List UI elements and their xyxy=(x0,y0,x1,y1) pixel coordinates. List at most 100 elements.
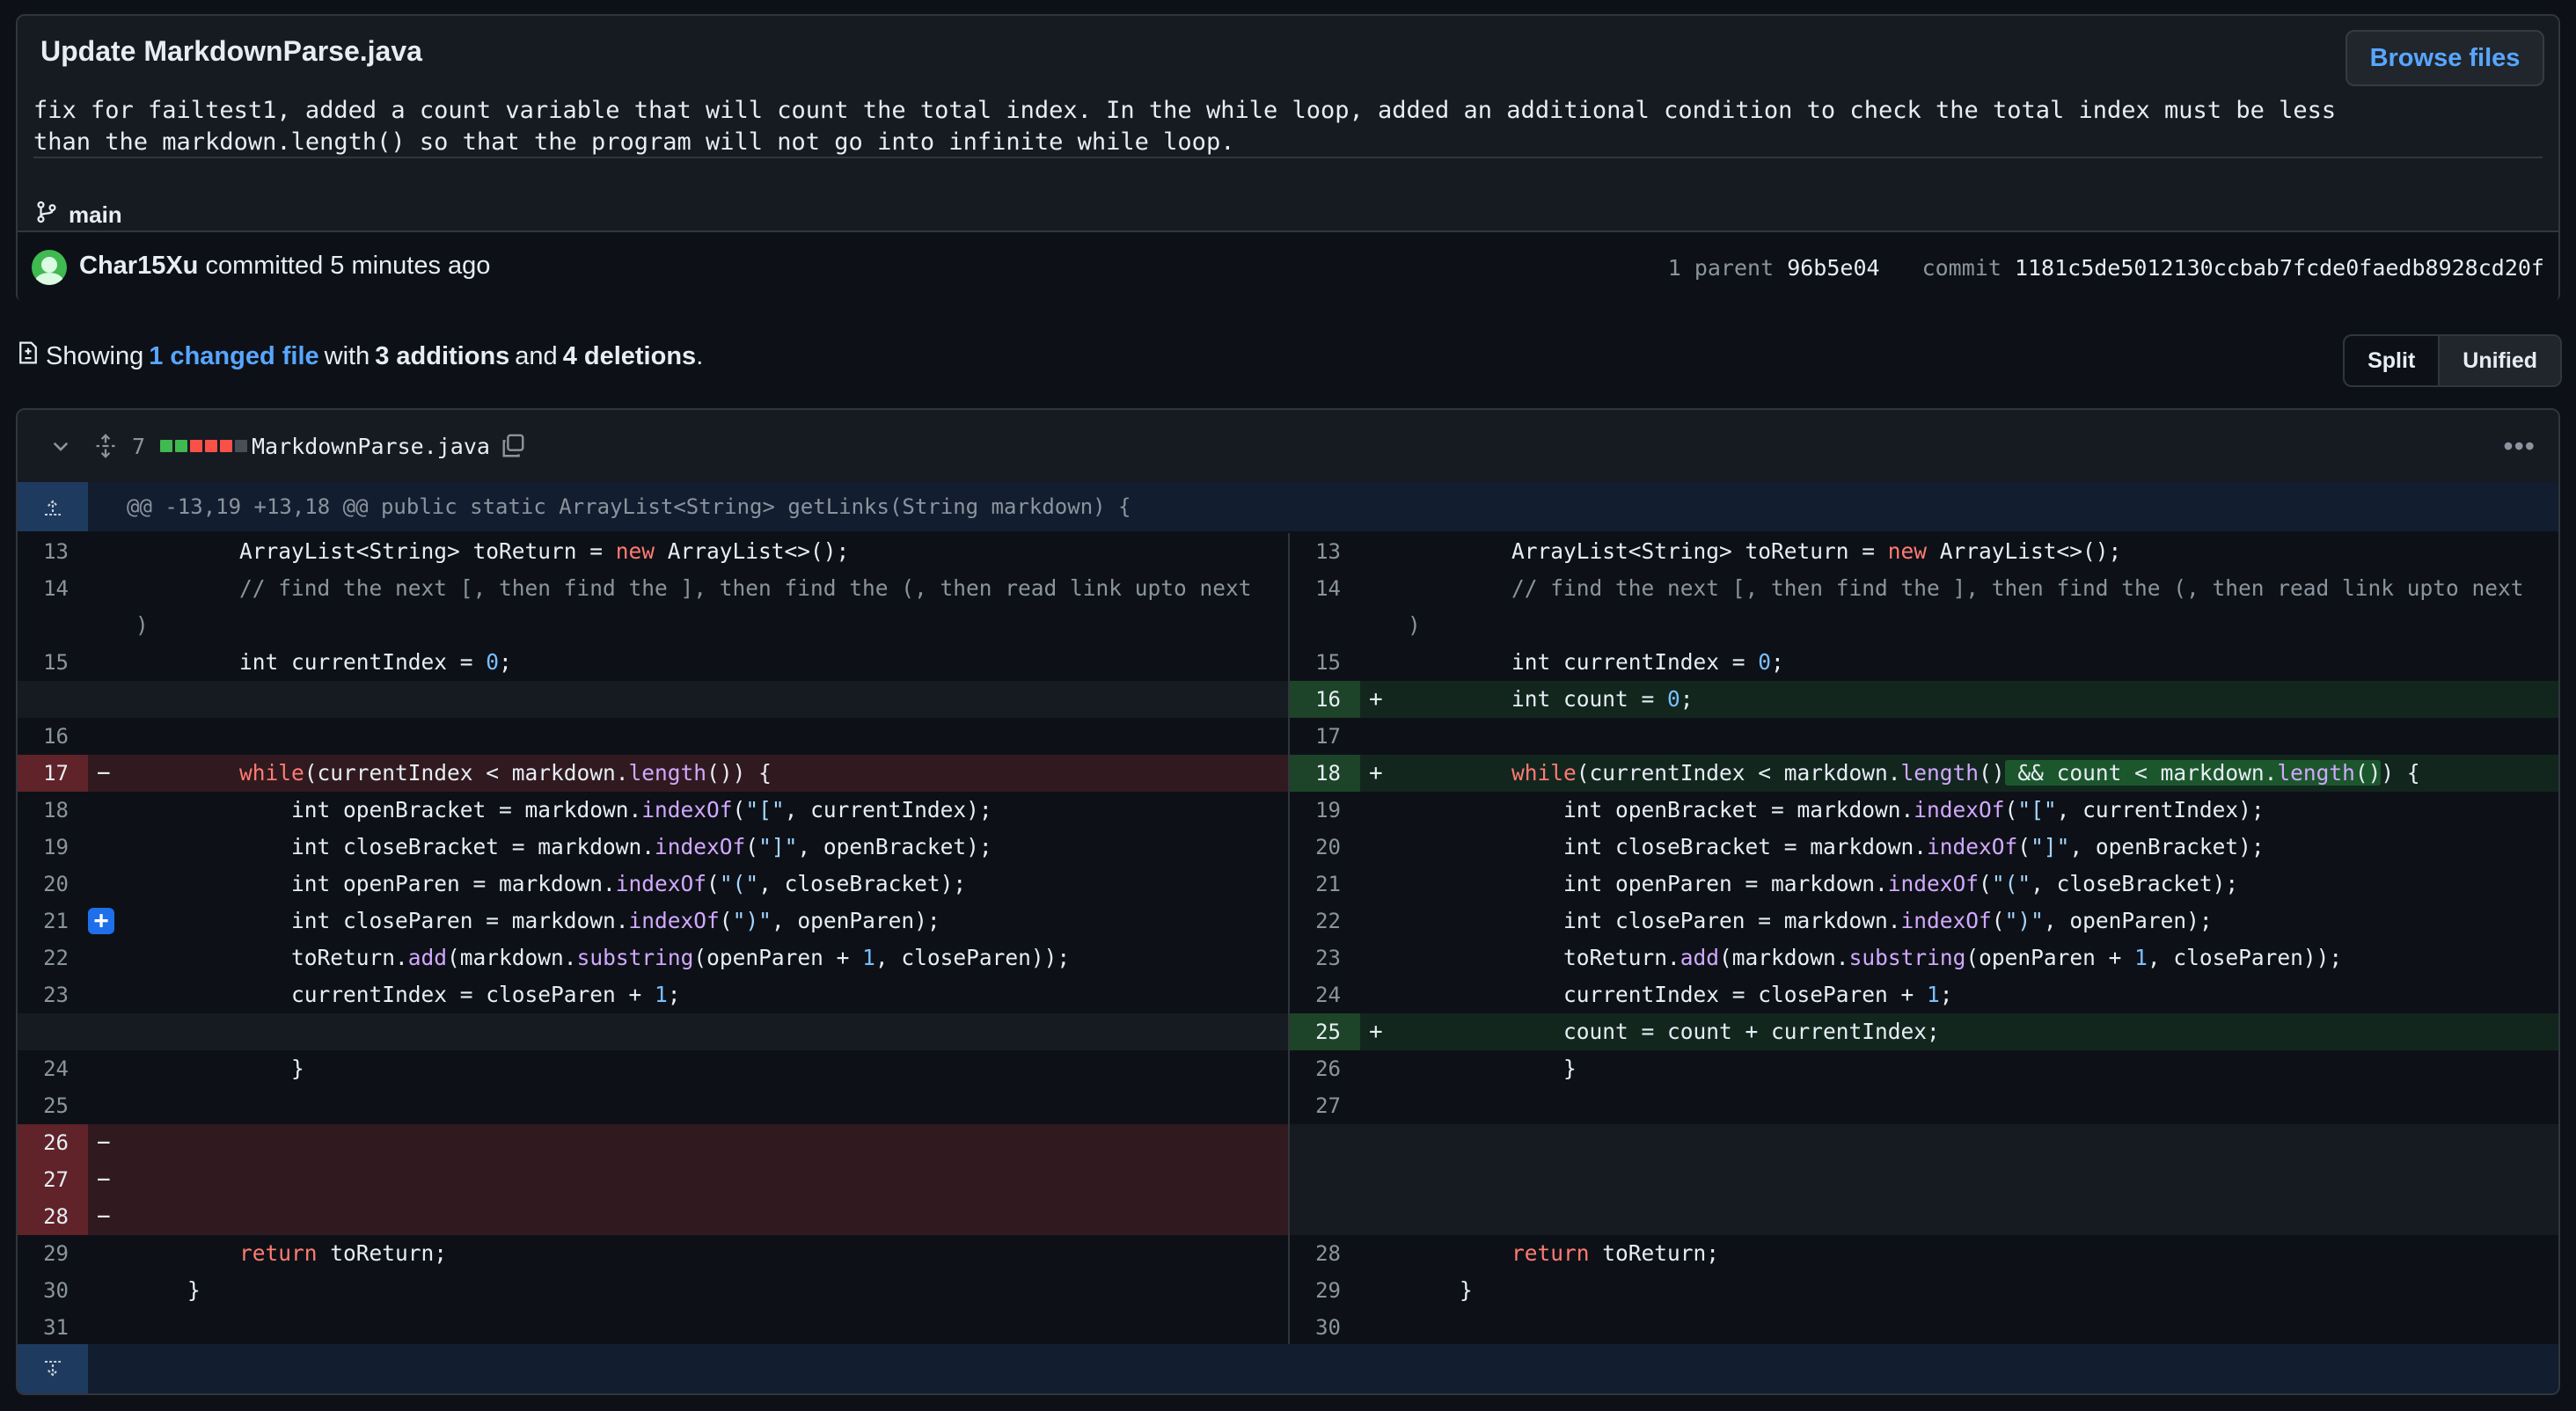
line-number[interactable]: 13 xyxy=(1290,533,1360,570)
diff-marker xyxy=(88,829,123,866)
diff-marker: − xyxy=(97,1130,111,1156)
line-number[interactable]: 24 xyxy=(18,1050,88,1087)
line-number[interactable]: 21 xyxy=(18,903,88,939)
line-number[interactable]: 20 xyxy=(18,866,88,903)
diff-marker xyxy=(88,1013,123,1050)
line-number[interactable]: 14 xyxy=(1290,570,1360,644)
unified-view-button[interactable]: Unified xyxy=(2438,336,2560,385)
commit-description: fix for failtest1, added a count variabl… xyxy=(33,97,2337,156)
right-side: 29 } xyxy=(1288,1272,2558,1309)
commit-label: commit xyxy=(1921,255,2002,281)
line-number[interactable]: 13 xyxy=(18,533,88,570)
diff-marker xyxy=(1360,1050,1395,1087)
left-side: 20 int openParen = markdown.indexOf("(",… xyxy=(18,866,1288,903)
avatar[interactable] xyxy=(32,250,67,285)
diffstat-square xyxy=(220,440,232,452)
changed-files-link[interactable]: 1 changed file xyxy=(149,342,318,371)
diff-lines: 13 ArrayList<String> toReturn = new Arra… xyxy=(18,533,2558,1346)
diff-marker xyxy=(1360,976,1395,1013)
git-branch-icon xyxy=(35,201,58,230)
code-line: while(currentIndex < markdown.length() &… xyxy=(1511,760,2420,786)
line-number[interactable]: 22 xyxy=(1290,903,1360,939)
line-number[interactable]: 15 xyxy=(18,644,88,681)
kebab-horizontal-icon[interactable]: ••• xyxy=(2503,410,2536,482)
right-side: 26 } xyxy=(1288,1050,2558,1087)
line-number[interactable]: 15 xyxy=(1290,644,1360,681)
left-side: 13 ArrayList<String> toReturn = new Arra… xyxy=(18,533,1288,570)
left-side: 29 return toReturn; xyxy=(18,1235,1288,1272)
line-number[interactable]: 18 xyxy=(18,792,88,829)
code-line: // find the next [, then find the ], the… xyxy=(1408,575,2524,638)
line-number[interactable]: 30 xyxy=(18,1272,88,1309)
left-side: 26− xyxy=(18,1124,1288,1161)
diff-marker xyxy=(1360,1235,1395,1272)
diff-row: 31 30 xyxy=(18,1309,2558,1346)
branch-link[interactable]: main xyxy=(35,201,122,230)
right-side: 15 int currentIndex = 0; xyxy=(1288,644,2558,681)
code-line: int openParen = markdown.indexOf("(", cl… xyxy=(1408,871,2239,896)
line-number[interactable]: 24 xyxy=(1290,976,1360,1013)
diff-row: 17− while(currentIndex < markdown.length… xyxy=(18,755,2558,792)
right-side: 20 int closeBracket = markdown.indexOf("… xyxy=(1288,829,2558,866)
commit-time: committed 5 minutes ago xyxy=(198,252,491,280)
diff-row: 30 } 29 } xyxy=(18,1272,2558,1309)
unfold-icon[interactable] xyxy=(93,410,118,482)
line-number[interactable]: 16 xyxy=(1290,681,1360,718)
line-number[interactable]: 20 xyxy=(1290,829,1360,866)
line-number[interactable]: 23 xyxy=(1290,939,1360,976)
copy-icon[interactable] xyxy=(500,410,526,482)
parent-label: 1 parent xyxy=(1667,255,1775,281)
line-number[interactable]: 28 xyxy=(1290,1235,1360,1272)
line-number[interactable]: 23 xyxy=(18,976,88,1013)
line-number xyxy=(1290,1161,1360,1198)
diff-marker: − xyxy=(97,1166,111,1193)
chevron-down-icon[interactable] xyxy=(49,410,72,482)
line-number[interactable]: 31 xyxy=(18,1309,88,1346)
diff-marker xyxy=(1360,1087,1395,1124)
line-number[interactable]: 29 xyxy=(18,1235,88,1272)
add-comment-button[interactable]: + xyxy=(88,908,114,934)
line-number[interactable]: 19 xyxy=(1290,792,1360,829)
line-number[interactable]: 28 xyxy=(18,1198,88,1235)
line-number[interactable]: 27 xyxy=(18,1161,88,1198)
file-name-link[interactable]: MarkdownParse.java xyxy=(252,410,490,482)
fold-up-icon[interactable] xyxy=(18,482,88,531)
fold-down-icon[interactable] xyxy=(18,1344,88,1393)
parent-sha-link[interactable]: 96b5e04 xyxy=(1787,255,1879,281)
diff-marker xyxy=(88,570,123,644)
line-number[interactable]: 26 xyxy=(1290,1050,1360,1087)
split-view-button[interactable]: Split xyxy=(2345,336,2438,385)
line-number[interactable]: 22 xyxy=(18,939,88,976)
diff-marker xyxy=(1360,1124,1395,1161)
line-number[interactable]: 17 xyxy=(18,755,88,792)
line-number[interactable]: 16 xyxy=(18,718,88,755)
line-number xyxy=(1290,1198,1360,1235)
left-side: 19 int closeBracket = markdown.indexOf("… xyxy=(18,829,1288,866)
line-number[interactable]: 25 xyxy=(18,1087,88,1124)
author-link[interactable]: Char15Xu xyxy=(79,252,198,280)
browse-files-button[interactable]: Browse files xyxy=(2345,30,2544,86)
line-number[interactable]: 14 xyxy=(18,570,88,644)
line-number[interactable]: 17 xyxy=(1290,718,1360,755)
left-side: 31 xyxy=(18,1309,1288,1346)
expand-bottom-row xyxy=(18,1344,2558,1393)
diff-row: 18 int openBracket = markdown.indexOf("[… xyxy=(18,792,2558,829)
line-number[interactable]: 30 xyxy=(1290,1309,1360,1346)
code-line: count = count + currentIndex; xyxy=(1408,1019,1940,1044)
line-number[interactable]: 26 xyxy=(18,1124,88,1161)
diff-row: 29 return toReturn; 28 return toReturn; xyxy=(18,1235,2558,1272)
right-side xyxy=(1288,1161,2558,1198)
line-number[interactable]: 27 xyxy=(1290,1087,1360,1124)
line-number[interactable]: 25 xyxy=(1290,1013,1360,1050)
code-line: int currentIndex = 0; xyxy=(135,649,512,675)
line-number[interactable]: 29 xyxy=(1290,1272,1360,1309)
line-number[interactable]: 21 xyxy=(1290,866,1360,903)
left-side: 28− xyxy=(18,1198,1288,1235)
left-side: 17− while(currentIndex < markdown.length… xyxy=(18,755,1288,792)
line-number[interactable]: 19 xyxy=(18,829,88,866)
right-side: 18 + while(currentIndex < markdown.length… xyxy=(1288,755,2558,792)
line-number[interactable]: 18 xyxy=(1290,755,1360,792)
